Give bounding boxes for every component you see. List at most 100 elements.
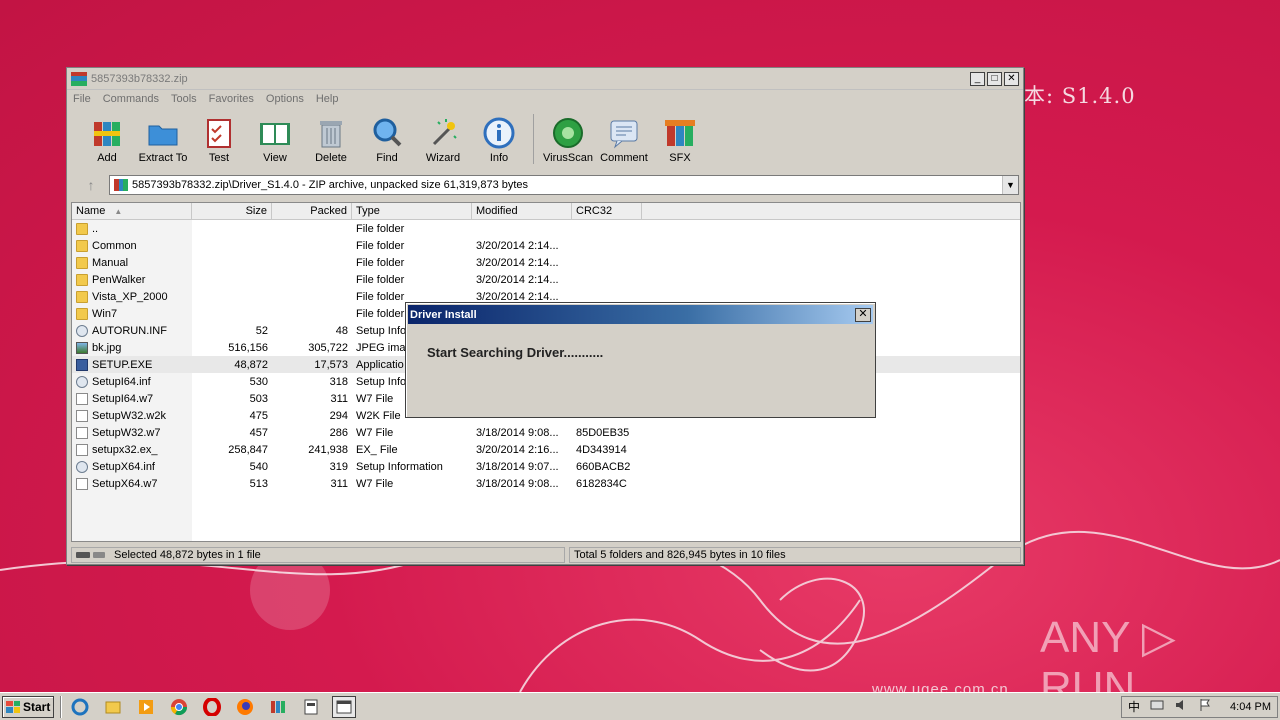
comment-button[interactable]: Comment — [596, 110, 652, 164]
dialog-titlebar[interactable]: Driver Install ✕ — [408, 305, 873, 324]
cell-name: SetupW32.w2k — [72, 409, 192, 422]
opera-icon[interactable] — [200, 696, 224, 718]
cell-name: SetupX64.inf — [72, 460, 192, 473]
cell-type: File folder — [356, 256, 405, 269]
winrar-app-icon — [71, 71, 87, 86]
menu-tools[interactable]: Tools — [171, 93, 197, 105]
firefox-icon[interactable] — [233, 696, 257, 718]
status-selected: Selected 48,872 bytes in 1 file — [71, 547, 565, 563]
cell-crc32: 85D0EB35 — [576, 426, 630, 439]
file-name: SetupW32.w2k — [92, 409, 166, 422]
table-row[interactable]: Manual File folder 3/20/2014 2:14... — [72, 254, 1020, 271]
table-row[interactable]: .. File folder — [72, 220, 1020, 237]
table-row[interactable]: SetupW32.w7 457 286 W7 File 3/18/2014 9:08..… — [72, 424, 1020, 441]
table-row[interactable]: PenWalker File folder 3/20/2014 2:14... — [72, 271, 1020, 288]
cell-size: 475 — [249, 409, 268, 422]
delete-button[interactable]: Delete — [303, 110, 359, 164]
info-button[interactable]: Info — [471, 110, 527, 164]
volume-icon[interactable] — [1174, 698, 1188, 715]
path-field[interactable]: 5857393b78332.zip\Driver_S1.4.0 - ZIP ar… — [109, 175, 1019, 195]
drive-icon[interactable] — [76, 552, 110, 558]
sfx-button[interactable]: SFX — [652, 110, 708, 164]
folder-icon — [76, 307, 88, 320]
column-name[interactable]: Name ▲ — [72, 203, 192, 219]
exe-file-icon — [76, 358, 88, 371]
menu-commands[interactable]: Commands — [103, 93, 159, 105]
cell-packed: 48 — [335, 324, 348, 337]
cell-modified: 3/18/2014 9:07... — [476, 460, 559, 473]
column-modified[interactable]: Modified — [472, 203, 572, 219]
cell-packed: 286 — [329, 426, 348, 439]
cell-modified: 3/18/2014 9:08... — [476, 477, 559, 490]
cell-modified: 3/18/2014 9:08... — [476, 426, 559, 439]
cell-packed: 294 — [329, 409, 348, 422]
status-selected-text: Selected 48,872 bytes in 1 file — [114, 549, 261, 561]
winrar-icon[interactable] — [266, 696, 290, 718]
column-size[interactable]: Size — [192, 203, 272, 219]
cell-size: 48,872 — [234, 358, 268, 371]
wizard-button[interactable]: Wizard — [415, 110, 471, 164]
flag-icon[interactable] — [1198, 698, 1212, 715]
file-name: SETUP.EXE — [92, 358, 153, 371]
close-button[interactable]: ✕ — [1004, 71, 1019, 86]
maximize-button[interactable]: □ — [987, 71, 1002, 86]
start-label: Start — [23, 699, 51, 714]
status-bar: Selected 48,872 bytes in 1 file Total 5 … — [71, 546, 1021, 564]
file-name: SetupX64.w7 — [92, 477, 158, 490]
column-type[interactable]: Type — [352, 203, 472, 219]
table-row[interactable]: setupx32.ex_ 258,847 241,938 EX_ File 3/20/2… — [72, 441, 1020, 458]
add-button[interactable]: Add — [79, 110, 135, 164]
cell-modified: 3/20/2014 2:14... — [476, 273, 559, 286]
menu-file[interactable]: File — [73, 93, 91, 105]
driver-install-dialog[interactable]: Driver Install ✕ Start Searching Driver.… — [405, 302, 876, 418]
cell-crc32: 660BACB2 — [576, 460, 631, 473]
window-titlebar[interactable]: 5857393b78332.zip _ □ ✕ — [67, 68, 1023, 90]
chevron-down-icon[interactable]: ▼ — [1002, 176, 1018, 194]
view-button[interactable]: View — [247, 110, 303, 164]
folder-icon — [76, 273, 88, 286]
extract-to-button[interactable]: Extract To — [135, 110, 191, 164]
file-name: SetupX64.inf — [92, 460, 155, 473]
cell-name: SetupI64.w7 — [72, 392, 192, 405]
status-total: Total 5 folders and 826,945 bytes in 10 … — [569, 547, 1021, 563]
virusscan-button[interactable]: VirusScan — [540, 110, 596, 164]
driver-install-icon[interactable] — [332, 695, 356, 718]
cell-packed: 311 — [330, 477, 348, 490]
trash-icon — [314, 116, 348, 150]
up-arrow-icon[interactable]: ↑ — [73, 175, 109, 195]
cell-type: W7 File — [356, 477, 394, 490]
chrome-icon[interactable] — [167, 696, 191, 718]
cell-size: 516,156 — [228, 341, 268, 354]
ime-icon[interactable]: 中 — [1128, 698, 1140, 715]
installer-icon[interactable] — [299, 696, 323, 718]
media-player-icon[interactable] — [134, 696, 158, 718]
file-icon — [76, 477, 88, 490]
folder-icon — [76, 239, 88, 252]
comment-icon — [607, 116, 641, 150]
menu-options[interactable]: Options — [266, 93, 304, 105]
column-crc32[interactable]: CRC32 — [572, 203, 642, 219]
column-packed[interactable]: Packed — [272, 203, 352, 219]
menu-favorites[interactable]: Favorites — [209, 93, 254, 105]
explorer-icon[interactable] — [101, 696, 125, 718]
cell-type: File folder — [356, 273, 405, 286]
cell-name: SetupX64.w7 — [72, 477, 192, 490]
menu-help[interactable]: Help — [316, 93, 339, 105]
network-icon[interactable] — [1150, 698, 1164, 715]
table-row[interactable]: SetupX64.inf 540 319 Setup Information 3/18/… — [72, 458, 1020, 475]
cell-type: File folder — [356, 239, 405, 252]
clock[interactable]: 4:04 PM — [1230, 701, 1271, 713]
cell-name: PenWalker — [72, 273, 192, 286]
cell-crc32: 4D343914 — [576, 443, 627, 456]
dialog-close-button[interactable]: ✕ — [855, 307, 871, 322]
find-button[interactable]: Find — [359, 110, 415, 164]
table-row[interactable]: Common File folder 3/20/2014 2:14... — [72, 237, 1020, 254]
table-row[interactable]: SetupX64.w7 513 311 W7 File 3/18/2014 9:08..… — [72, 475, 1020, 492]
ie-icon[interactable] — [68, 696, 92, 718]
info-icon — [482, 116, 516, 150]
start-button[interactable]: Start — [2, 695, 54, 718]
minimize-button[interactable]: _ — [970, 71, 985, 86]
test-button[interactable]: Test — [191, 110, 247, 164]
virusscan-label: VirusScan — [543, 152, 593, 164]
cell-name: bk.jpg — [72, 341, 192, 354]
